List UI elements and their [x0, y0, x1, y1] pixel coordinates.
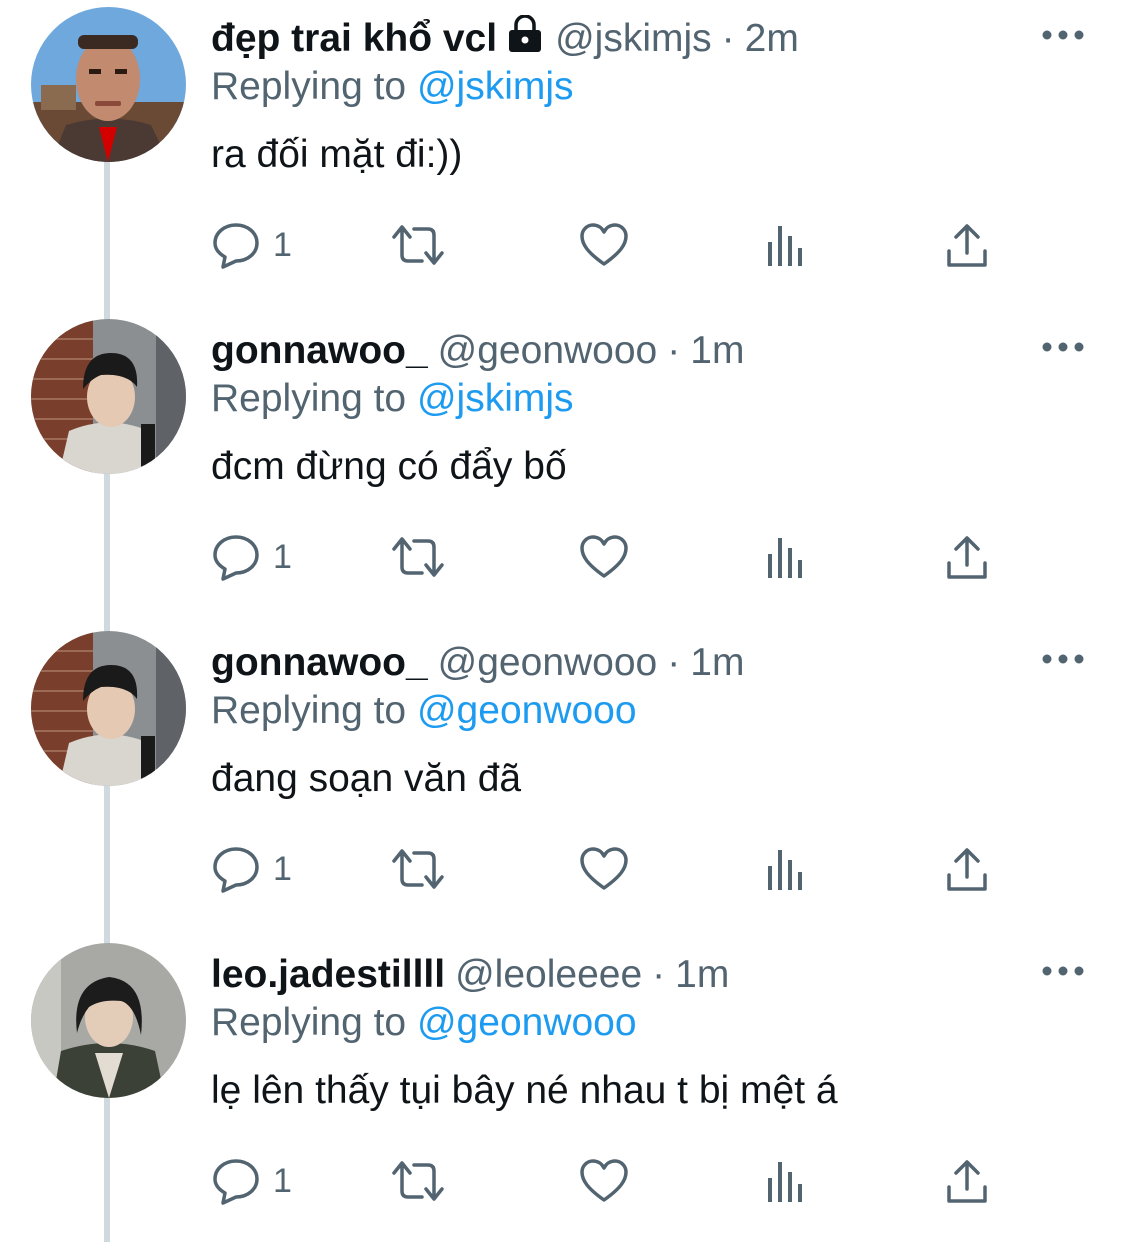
like-icon: [579, 222, 629, 268]
reply-button[interactable]: 1: [211, 525, 292, 589]
tweet-text: đang soạn văn đã: [211, 757, 522, 800]
retweet-icon: [390, 221, 446, 269]
timestamp[interactable]: 1m: [690, 329, 744, 372]
replying-to-label: Replying to: [211, 1001, 407, 1044]
analytics-button[interactable]: [764, 213, 808, 277]
display-name[interactable]: leo.jadestillll: [211, 953, 445, 996]
display-name[interactable]: gonnawoo_: [211, 329, 428, 372]
replying-to-mention[interactable]: @geonwooo: [417, 1001, 637, 1044]
avatar[interactable]: [31, 319, 186, 474]
tweet-text: đcm đừng có đẩy bố: [211, 445, 567, 488]
retweet-button[interactable]: [390, 837, 446, 901]
reply-button[interactable]: 1: [211, 1149, 292, 1213]
user-handle[interactable]: @leoleeee: [455, 953, 642, 996]
analytics-button[interactable]: [764, 525, 808, 589]
share-button[interactable]: [944, 525, 990, 589]
tweet-reply[interactable]: gonnawoo_ @geonwooo · 1m Replying to @jskim…: [0, 312, 1125, 624]
reply-count: 1: [273, 849, 292, 888]
like-button[interactable]: [579, 525, 629, 589]
tweet-reply[interactable]: gonnawoo_ @geonwooo · 1m Replying to @geonw…: [0, 624, 1125, 936]
retweet-button[interactable]: [390, 1149, 446, 1213]
share-button[interactable]: [944, 1149, 990, 1213]
action-bar: 1: [0, 213, 1125, 277]
analytics-button[interactable]: [764, 837, 808, 901]
analytics-button[interactable]: [764, 1149, 808, 1213]
replying-to-mention[interactable]: @jskimjs: [417, 65, 574, 108]
analytics-icon: [764, 222, 808, 268]
avatar[interactable]: [31, 943, 186, 1098]
retweet-button[interactable]: [390, 213, 446, 277]
separator-dot: ·: [721, 17, 735, 60]
separator-dot: ·: [652, 953, 666, 996]
like-icon: [579, 846, 629, 892]
replying-to-line: Replying to @jskimjs: [211, 374, 574, 424]
action-bar: 1: [0, 1149, 1125, 1213]
share-icon: [944, 1157, 990, 1205]
reply-count: 1: [273, 225, 292, 264]
analytics-icon: [764, 1158, 808, 1204]
user-handle[interactable]: @geonwooo: [438, 641, 658, 684]
timestamp[interactable]: 1m: [675, 953, 729, 996]
user-handle[interactable]: @geonwooo: [438, 329, 658, 372]
action-bar: 1: [0, 837, 1125, 901]
replying-to-label: Replying to: [211, 689, 407, 732]
replying-to-line: Replying to @jskimjs: [211, 62, 574, 112]
replying-to-mention[interactable]: @jskimjs: [417, 377, 574, 420]
more-options-icon[interactable]: [1040, 644, 1086, 674]
reply-icon: [211, 845, 261, 893]
separator-dot: ·: [667, 641, 681, 684]
retweet-icon: [390, 845, 446, 893]
like-button[interactable]: [579, 1149, 629, 1213]
share-button[interactable]: [944, 213, 990, 277]
reply-icon: [211, 221, 261, 269]
reply-count: 1: [273, 537, 292, 576]
retweet-icon: [390, 1157, 446, 1205]
lock-icon: [505, 14, 545, 66]
avatar[interactable]: [31, 7, 186, 162]
analytics-icon: [764, 534, 808, 580]
share-icon: [944, 221, 990, 269]
display-name[interactable]: đẹp trai khổ vcl: [211, 17, 497, 60]
tweet-reply[interactable]: leo.jadestillll @leoleeee · 1m Replying to …: [0, 936, 1125, 1248]
like-icon: [579, 534, 629, 580]
share-button[interactable]: [944, 837, 990, 901]
action-bar: 1: [0, 525, 1125, 589]
replying-to-label: Replying to: [211, 377, 407, 420]
like-button[interactable]: [579, 213, 629, 277]
like-icon: [579, 1158, 629, 1204]
user-handle[interactable]: @jskimjs: [555, 17, 712, 60]
timestamp[interactable]: 2m: [745, 17, 799, 60]
analytics-icon: [764, 846, 808, 892]
more-options-icon[interactable]: [1040, 956, 1086, 986]
avatar[interactable]: [31, 631, 186, 786]
replying-to-line: Replying to @geonwooo: [211, 998, 637, 1048]
more-options-icon[interactable]: [1040, 332, 1086, 362]
replying-to-label: Replying to: [211, 65, 407, 108]
reply-icon: [211, 1157, 261, 1205]
reply-button[interactable]: 1: [211, 837, 292, 901]
tweet-reply[interactable]: đẹp trai khổ vcl @jskimjs · 2m Replying to …: [0, 0, 1125, 312]
display-name[interactable]: gonnawoo_: [211, 641, 428, 684]
tweet-text: ra đối mặt đi:)): [211, 133, 463, 176]
retweet-icon: [390, 533, 446, 581]
more-options-icon[interactable]: [1040, 20, 1086, 50]
share-icon: [944, 533, 990, 581]
like-button[interactable]: [579, 837, 629, 901]
separator-dot: ·: [667, 329, 681, 372]
retweet-button[interactable]: [390, 525, 446, 589]
reply-count: 1: [273, 1161, 292, 1200]
tweet-text: lẹ lên thấy tụi bây né nhau t bị mệt á: [211, 1069, 838, 1112]
replying-to-line: Replying to @geonwooo: [211, 686, 637, 736]
reply-icon: [211, 533, 261, 581]
share-icon: [944, 845, 990, 893]
timestamp[interactable]: 1m: [690, 641, 744, 684]
reply-button[interactable]: 1: [211, 213, 292, 277]
replying-to-mention[interactable]: @geonwooo: [417, 689, 637, 732]
